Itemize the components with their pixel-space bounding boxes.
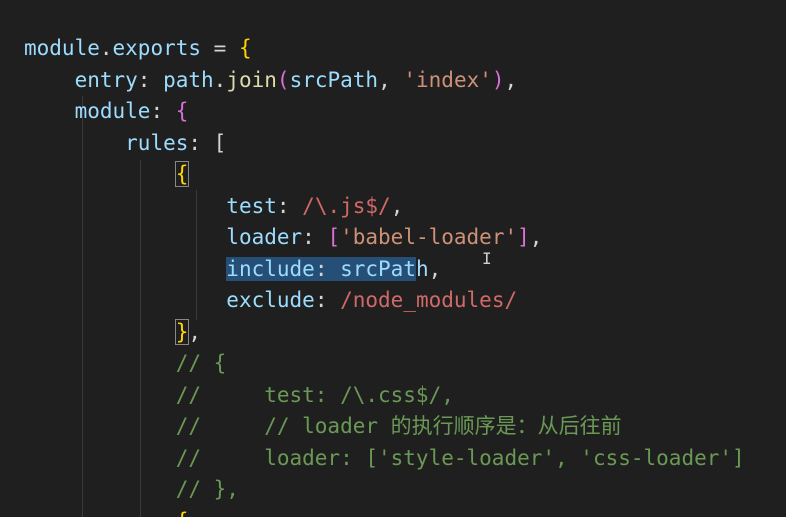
code-token: [ — [327, 225, 341, 249]
code-token: module — [24, 36, 100, 60]
code-line[interactable]: exclude: /node_modules/ — [24, 285, 786, 317]
code-token: : — [302, 225, 328, 249]
code-line[interactable]: module: { — [24, 96, 786, 128]
code-token: /node_modules/ — [340, 288, 518, 312]
code-line[interactable]: entry: path.join(srcPath, 'index'), — [24, 65, 786, 97]
code-token: : — [314, 256, 341, 281]
code-token: , — [529, 225, 543, 249]
code-line[interactable]: // loader: ['style-loader', 'css-loader'… — [24, 443, 786, 475]
code-token: , — [188, 319, 202, 344]
code-token: exports — [112, 36, 202, 60]
code-token: // test: /\.css$/, — [175, 382, 454, 407]
code-line[interactable]: { — [24, 159, 786, 191]
code-token: , — [390, 193, 404, 218]
code-token: 'index' — [403, 67, 492, 92]
code-token: { — [174, 161, 190, 187]
code-line[interactable]: // // loader 的执行顺序是：从后往前 — [24, 411, 786, 443]
code-line[interactable]: include: srcPath, — [24, 254, 786, 286]
code-line[interactable]: // }, — [24, 474, 786, 506]
code-token: include — [226, 256, 315, 281]
text-cursor-icon: I — [482, 249, 492, 268]
code-token: /\.js$/ — [302, 193, 391, 218]
code-token: path — [163, 67, 214, 92]
code-token: ] — [517, 225, 530, 249]
code-token: : — [314, 288, 341, 312]
code-token: module — [74, 99, 151, 123]
code-token: loader — [226, 225, 303, 249]
code-token: } — [174, 318, 190, 345]
code-token: rules — [125, 130, 189, 155]
code-line[interactable]: module.exports = { — [24, 33, 786, 65]
code-token: entry — [74, 67, 138, 92]
code-line[interactable]: rules: [ — [24, 128, 786, 160]
code-token: // // loader 的执行顺序是：从后往前 — [175, 414, 622, 438]
code-token: ( — [276, 67, 290, 92]
code-line[interactable]: { — [24, 506, 786, 517]
code-token: test — [226, 193, 277, 218]
code-token: , — [428, 256, 442, 281]
code-token: , — [504, 67, 518, 92]
code-line[interactable]: loader: ['babel-loader'], — [24, 222, 786, 254]
code-token: : — [137, 67, 164, 92]
code-token: [ — [213, 130, 227, 155]
code-token: srcPath — [289, 67, 379, 92]
code-token: : — [276, 193, 303, 218]
code-token: // { — [175, 351, 227, 375]
code-token: { — [176, 509, 189, 517]
code-line[interactable]: // test: /\.css$/, — [24, 380, 786, 412]
code-line[interactable]: // { — [24, 348, 786, 380]
code-token: 'babel-loader' — [340, 225, 518, 249]
code-token: // }, — [175, 477, 239, 501]
code-area[interactable]: module.exports = { entry: path.join(srcP… — [24, 33, 786, 517]
code-token: // loader: ['style-loader', 'css-loader'… — [175, 445, 745, 470]
code-line[interactable]: }, — [24, 317, 786, 349]
code-token: = — [201, 36, 239, 60]
code-token: , — [378, 67, 404, 92]
code-token: : — [150, 99, 176, 123]
code-editor[interactable]: module.exports = { entry: path.join(srcP… — [0, 0, 786, 517]
code-token: h — [415, 256, 429, 281]
code-token: exclude — [226, 288, 315, 312]
code-line[interactable]: test: /\.js$/, — [24, 191, 786, 223]
code-token: . — [213, 67, 227, 92]
code-token: : — [188, 130, 214, 155]
code-token: join — [226, 67, 277, 92]
code-token: ) — [491, 67, 505, 92]
code-token: srcPat — [340, 256, 416, 281]
code-token: . — [99, 36, 113, 60]
code-token: { — [238, 36, 252, 60]
code-token: { — [175, 99, 189, 123]
